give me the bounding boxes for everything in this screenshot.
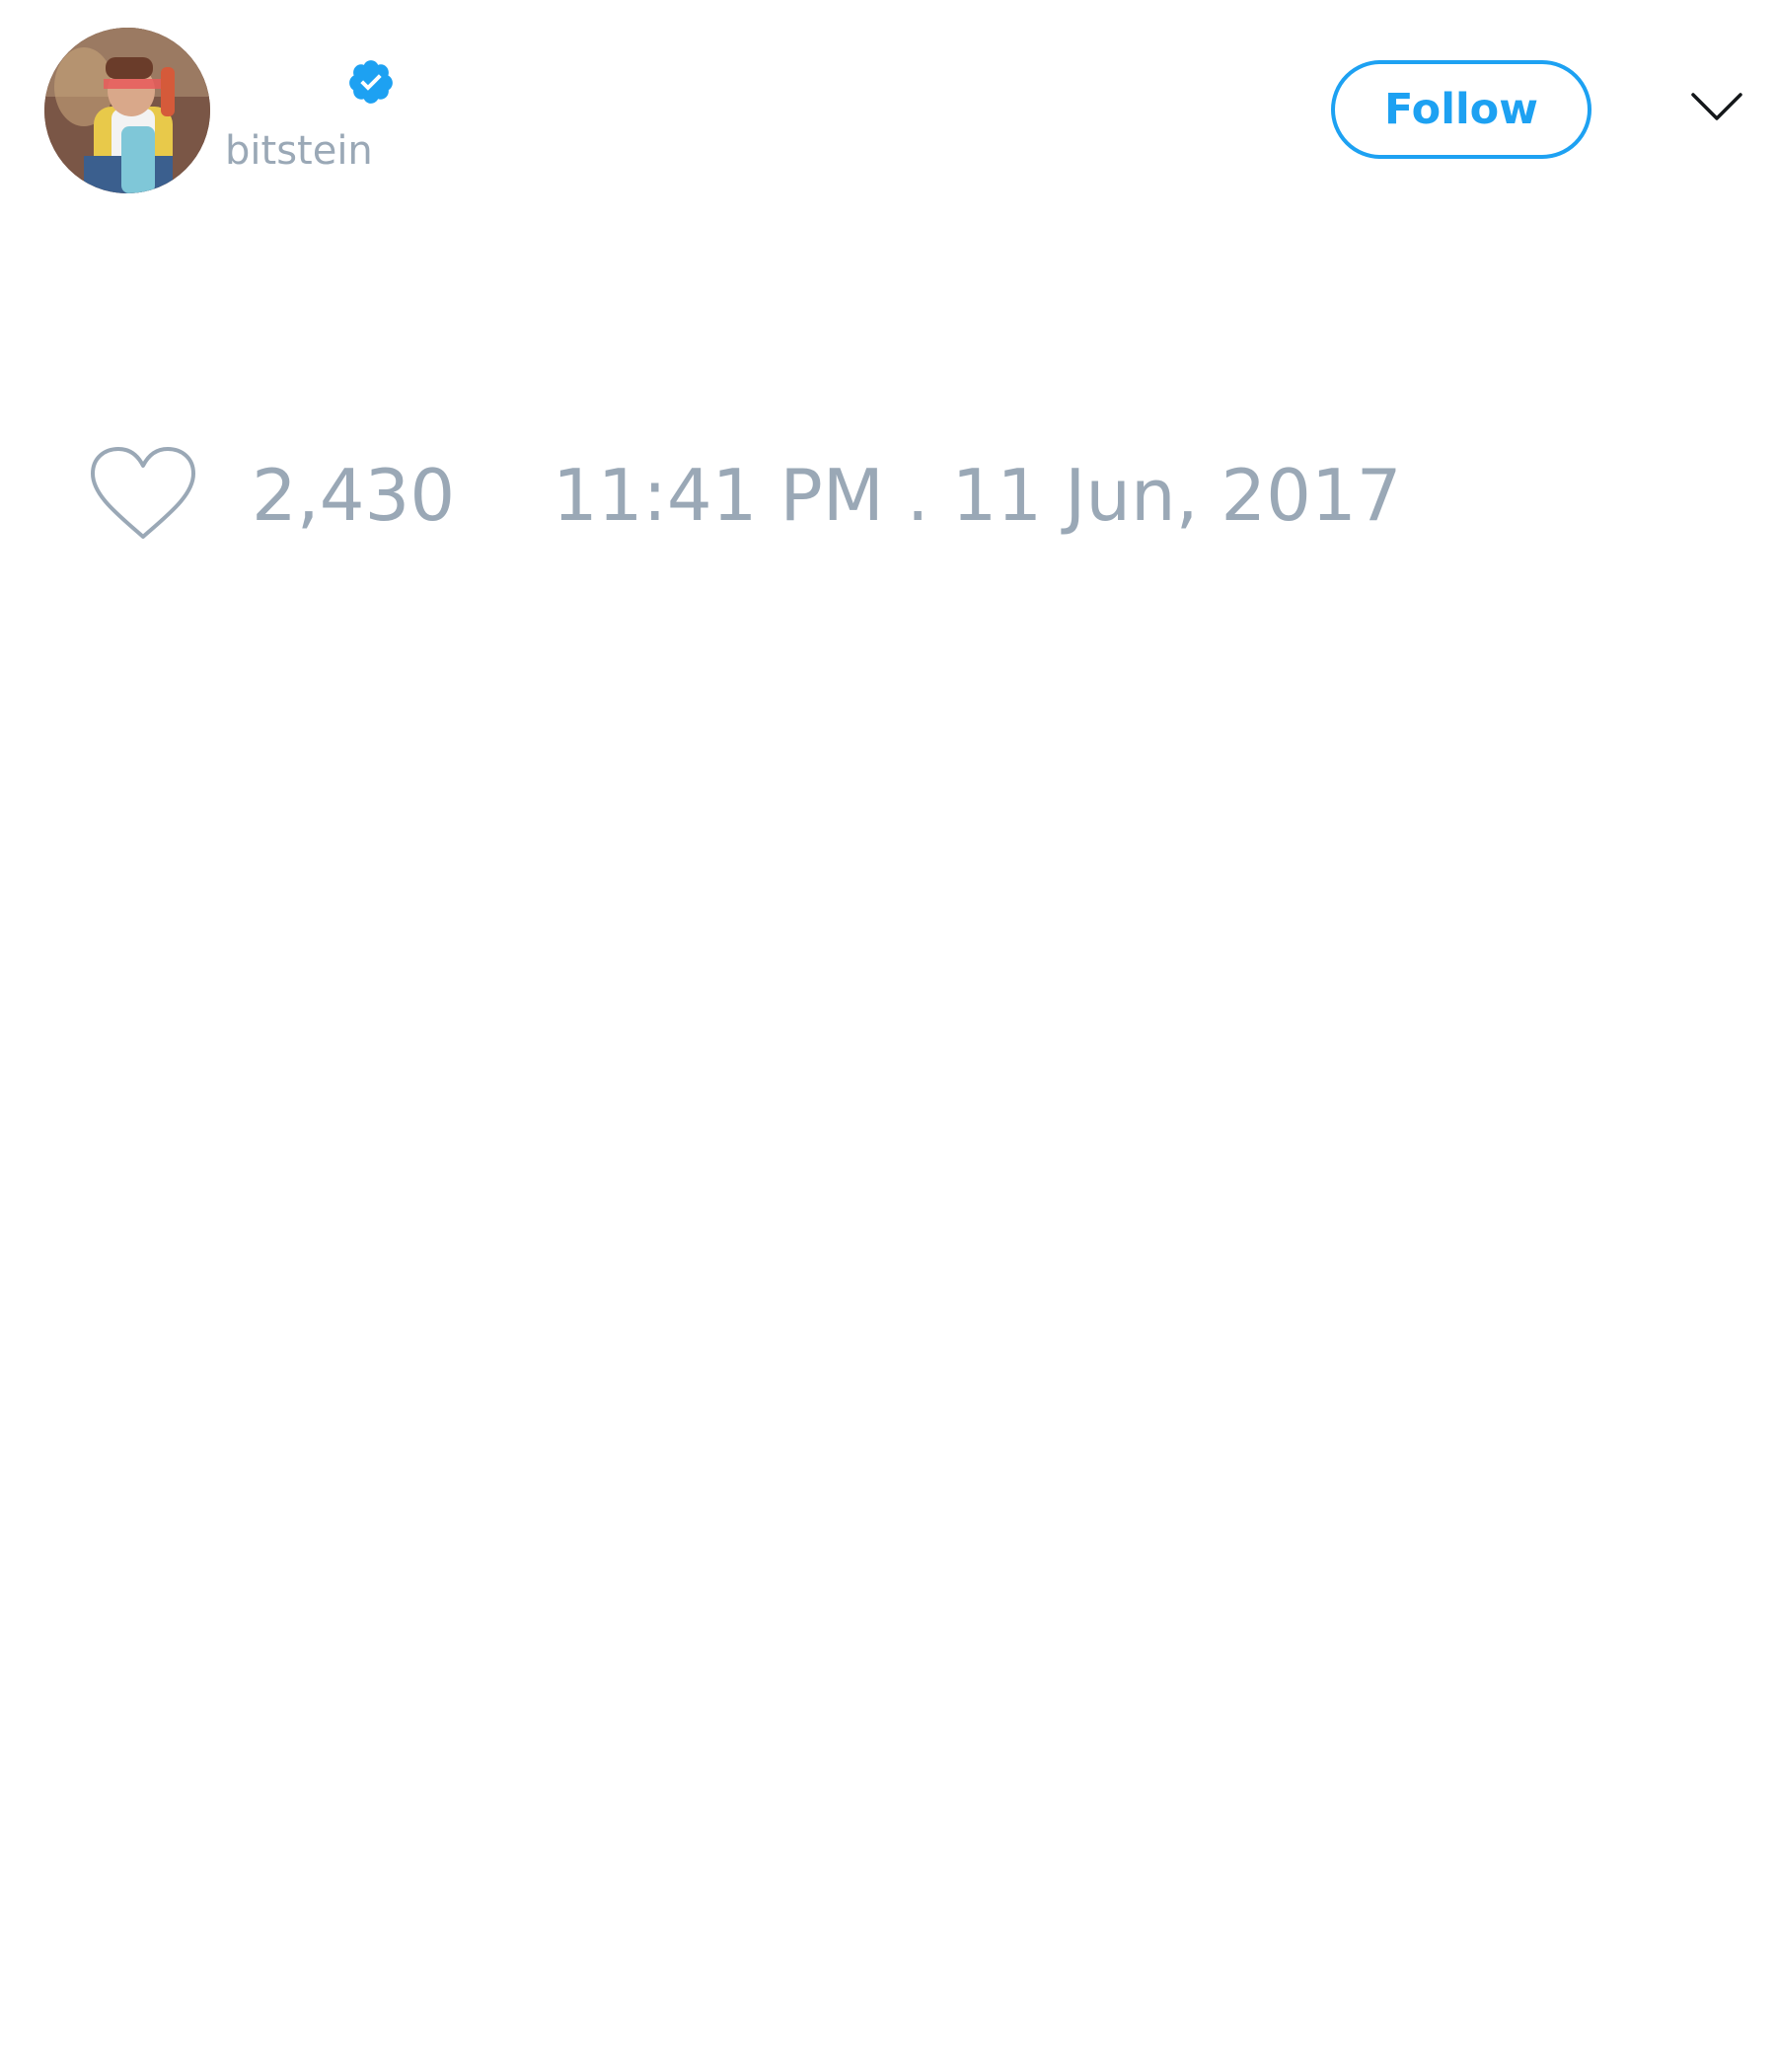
heart-outline-icon: [91, 447, 195, 539]
like-count: 2,430: [252, 454, 456, 537]
more-options-button[interactable]: [1689, 89, 1744, 124]
verified-badge-icon: [349, 60, 393, 104]
chevron-down-icon: [1691, 93, 1742, 120]
tweet-card: bitstein Follow 2,430 11:41 PM . 11 Jun,…: [0, 0, 1776, 2072]
avatar-photo-icon: [44, 28, 210, 193]
tweet-timestamp[interactable]: 11:41 PM . 11 Jun, 2017: [553, 454, 1402, 537]
follow-button[interactable]: Follow: [1331, 60, 1591, 159]
avatar[interactable]: [44, 28, 210, 193]
user-handle[interactable]: bitstein: [225, 128, 373, 174]
like-button[interactable]: [89, 446, 197, 545]
